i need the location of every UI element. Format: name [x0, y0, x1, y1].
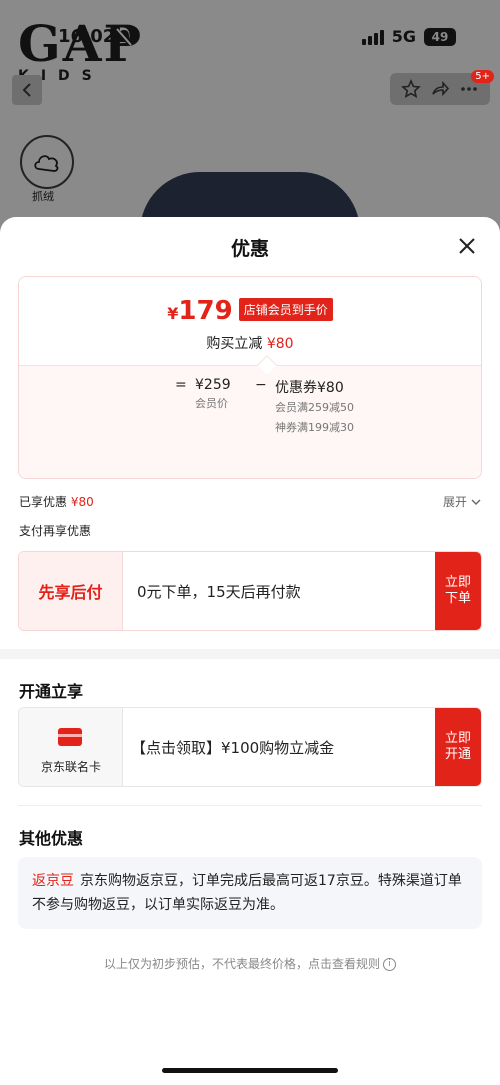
buy-now-pay-later-card[interactable]: 先享后付 0元下单，15天后再付款 立即下单	[18, 551, 482, 631]
divider	[18, 805, 482, 806]
open-now-button[interactable]: 立即开通	[435, 708, 481, 786]
discount-sheet: 优惠 ¥179 店铺会员到手价 购买立减 ¥80 = ¥259 会员价 − 优惠…	[0, 217, 500, 1085]
jd-card-label: 京东联名卡	[40, 760, 101, 774]
rebate-tag: 返京豆	[32, 873, 74, 889]
member-price-label: 会员价	[195, 397, 228, 410]
enjoyed-discount: 已享优惠 ¥80	[19, 495, 94, 509]
star-icon[interactable]	[400, 79, 421, 99]
message-badge: 5+	[471, 70, 494, 83]
bnpl-title: 先享后付	[19, 552, 123, 630]
coupon-detail: 会员满259减50	[275, 401, 354, 414]
jd-bean-rebate: 返京豆 京东购物返京豆，订单完成后最高可返17京豆。特殊渠道订单不参与购物返豆，以…	[18, 857, 482, 929]
section-divider	[0, 649, 500, 659]
price-breakdown-card: ¥179 店铺会员到手价 购买立减 ¥80 = ¥259 会员价 − 优惠券¥8…	[18, 276, 482, 479]
status-time: 16:02	[58, 26, 116, 47]
pay-more-label: 支付再享优惠	[19, 524, 92, 538]
member-price-tag: 店铺会员到手价	[238, 298, 333, 321]
bnpl-description: 0元下单，15天后再付款	[137, 582, 301, 601]
jd-co-brand-card[interactable]: 京东联名卡 【点击领取】¥100购物立减金 立即开通	[18, 707, 482, 787]
signal-icon	[361, 29, 384, 45]
battery-icon: 49	[424, 27, 456, 46]
bell-mute-icon	[116, 28, 132, 46]
fleece-feature-icon	[20, 135, 74, 189]
member-price: ¥259	[195, 377, 231, 393]
instant-discount: 购买立减 ¥80	[206, 336, 294, 352]
network-type: 5G	[391, 27, 416, 46]
disclaimer[interactable]: 以上仅为初步预估，不代表最终价格，点击查看规则 i	[0, 955, 500, 972]
home-indicator[interactable]	[162, 1068, 338, 1073]
rebate-text: 京东购物返京豆，订单完成后最高可返17京豆。特殊渠道订单不参与购物返豆，以订单实…	[32, 873, 462, 913]
open-section-title: 开通立享	[19, 682, 84, 701]
price-calculation: = ¥259 会员价 − 优惠券¥80 会员满259减50 神券满199减30	[175, 377, 354, 434]
feature-label: 抓绒	[32, 190, 54, 203]
status-indicators: 5G 49	[361, 27, 456, 46]
expand-button[interactable]: 展开	[443, 493, 481, 510]
share-icon[interactable]	[430, 79, 450, 99]
sheet-title: 优惠	[230, 238, 269, 260]
final-price: ¥179	[167, 296, 233, 326]
coupon-detail: 神券满199减30	[275, 421, 354, 434]
coupon-amount: 优惠券¥80	[275, 380, 344, 396]
info-icon: i	[383, 958, 396, 971]
back-icon	[22, 83, 31, 97]
order-now-button[interactable]: 立即下单	[435, 552, 481, 630]
chevron-down-icon	[471, 499, 481, 505]
back-button[interactable]	[12, 75, 42, 105]
jd-card-offer: 【点击领取】¥100购物立减金	[131, 738, 335, 757]
other-section-title: 其他优惠	[19, 829, 84, 848]
close-icon[interactable]	[456, 235, 478, 257]
card-icon	[58, 728, 82, 746]
